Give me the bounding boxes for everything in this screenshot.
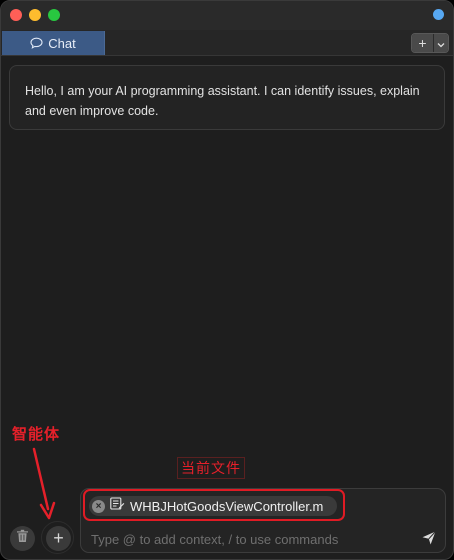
- tab-actions: +: [411, 33, 449, 53]
- chat-input[interactable]: [91, 529, 411, 549]
- trash-icon: [16, 529, 29, 548]
- annotation-agent-label: 智能体: [12, 426, 61, 443]
- assistant-message-text: Hello, I am your AI programming assistan…: [25, 84, 420, 118]
- chat-bubble-icon: [30, 37, 43, 49]
- chat-window: Chat + Hello, I am your AI programming a…: [0, 0, 454, 560]
- zoom-window-button[interactable]: [48, 9, 60, 21]
- tab-chat-label: Chat: [48, 35, 76, 51]
- tab-dropdown-button[interactable]: [433, 34, 448, 52]
- send-button[interactable]: [421, 530, 437, 551]
- title-bar: [1, 1, 453, 30]
- close-window-button[interactable]: [10, 9, 22, 21]
- tab-chat[interactable]: Chat: [2, 31, 105, 55]
- minimize-window-button[interactable]: [29, 9, 41, 21]
- new-chat-button[interactable]: +: [412, 34, 433, 52]
- current-file-highlight: [83, 489, 345, 521]
- tab-bar: Chat +: [1, 30, 453, 56]
- annotation-current-file-label: 当前文件: [177, 457, 245, 479]
- agent-add-button[interactable]: +: [46, 526, 71, 551]
- annotation-arrow-icon: [32, 447, 56, 520]
- status-indicator: [433, 9, 444, 20]
- send-icon: [421, 531, 437, 550]
- clear-chat-button[interactable]: [10, 526, 35, 551]
- assistant-message: Hello, I am your AI programming assistan…: [9, 65, 445, 130]
- chevron-down-icon: [437, 35, 445, 51]
